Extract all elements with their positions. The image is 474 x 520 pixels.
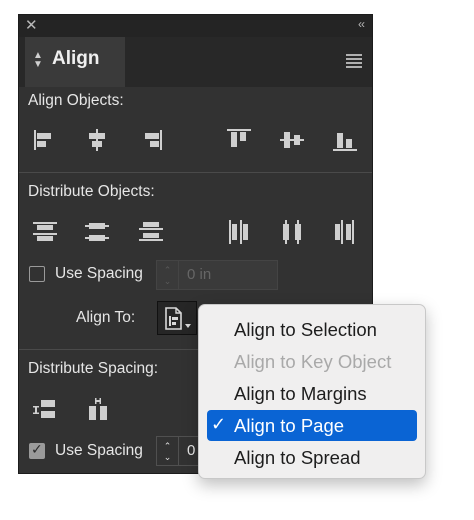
align-to-menu: Align to Selection Align to Key Object A… bbox=[198, 304, 426, 479]
use-spacing-checkbox-objects[interactable] bbox=[29, 266, 45, 282]
objects-spacing-stepper[interactable]: ⌃ ⌄ 0 in bbox=[156, 260, 278, 290]
distribute-horizontal-space-icon[interactable] bbox=[85, 396, 113, 424]
menu-item-align-to-selection[interactable]: Align to Selection bbox=[207, 314, 417, 345]
distribute-horizontal-centers-icon[interactable] bbox=[278, 218, 306, 246]
align-objects-heading: Align Objects: bbox=[28, 92, 124, 109]
collapse-icon[interactable]: ‹‹ bbox=[358, 17, 365, 31]
align-right-edges-icon[interactable] bbox=[137, 126, 165, 154]
align-vertical-centers-icon[interactable] bbox=[278, 126, 306, 154]
distribute-vertical-centers-icon[interactable] bbox=[83, 218, 111, 246]
distribute-left-edges-icon[interactable] bbox=[225, 218, 253, 246]
distribute-right-edges-icon[interactable] bbox=[331, 218, 359, 246]
distribute-vertical-space-icon[interactable] bbox=[31, 396, 59, 424]
align-to-label: Align To: bbox=[76, 309, 136, 326]
menu-item-align-to-margins[interactable]: Align to Margins bbox=[207, 378, 417, 409]
spacing-value: 0 bbox=[187, 442, 196, 459]
distribute-spacing-heading: Distribute Spacing: bbox=[28, 360, 159, 377]
menu-item-align-to-page[interactable]: ✓ Align to Page bbox=[207, 410, 417, 441]
align-left-edges-icon[interactable] bbox=[31, 126, 59, 154]
menu-item-align-to-key-object: Align to Key Object bbox=[234, 351, 392, 372]
align-to-page-icon bbox=[165, 307, 191, 330]
tab-align[interactable]: ▲ ▼ Align bbox=[25, 37, 125, 87]
distribute-objects-heading: Distribute Objects: bbox=[28, 183, 155, 200]
panel-title-bar: ✕ ‹‹ bbox=[19, 15, 372, 37]
stepper-arrows-icon[interactable]: ⌃ ⌄ bbox=[157, 437, 179, 465]
use-spacing-checkbox-spacing[interactable]: ✓ bbox=[29, 441, 45, 459]
distribute-bottom-edges-icon[interactable] bbox=[137, 218, 165, 246]
stepper-arrows-icon[interactable]: ⌃ ⌄ bbox=[157, 261, 179, 289]
spacing-value: 0 in bbox=[187, 266, 212, 283]
tab-options-icon[interactable]: ▲ ▼ bbox=[33, 51, 43, 70]
menu-item-align-to-spread[interactable]: Align to Spread bbox=[207, 442, 417, 473]
panel-menu-icon[interactable] bbox=[346, 54, 362, 70]
use-spacing-label: Use Spacing bbox=[55, 265, 143, 282]
panel-tab-row: ▲ ▼ Align bbox=[19, 37, 372, 87]
align-horizontal-centers-icon[interactable] bbox=[83, 126, 111, 154]
align-bottom-edges-icon[interactable] bbox=[331, 126, 359, 154]
align-top-edges-icon[interactable] bbox=[225, 126, 253, 154]
checkmark-icon: ✓ bbox=[211, 414, 227, 434]
close-icon[interactable]: ✕ bbox=[25, 16, 38, 34]
section-divider bbox=[19, 172, 372, 173]
use-spacing-label: Use Spacing bbox=[55, 442, 143, 459]
distribute-top-edges-icon[interactable] bbox=[31, 218, 59, 246]
panel-title: Align bbox=[52, 48, 100, 69]
checkmark-icon: ✓ bbox=[31, 441, 43, 457]
align-to-dropdown[interactable] bbox=[157, 301, 197, 335]
